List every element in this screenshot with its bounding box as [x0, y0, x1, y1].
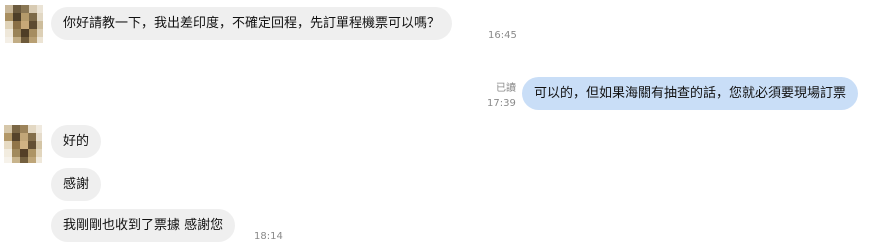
message-timestamp: 16:45 — [488, 30, 517, 41]
contact-avatar[interactable] — [5, 5, 43, 43]
message-timestamp: 18:14 — [254, 231, 283, 242]
message-timestamp: 17:39 — [487, 98, 516, 109]
message-text: 感謝 — [63, 177, 90, 192]
chat-conversation: 你好請教一下，我出差印度，不確定回程，先訂單程機票可以嗎？ 16:45 已讀 1… — [0, 0, 892, 245]
incoming-message[interactable]: 你好請教一下，我出差印度，不確定回程，先訂單程機票可以嗎？ — [51, 7, 453, 40]
contact-avatar[interactable] — [4, 125, 42, 163]
incoming-message[interactable]: 感謝 — [51, 168, 102, 201]
incoming-message[interactable]: 我剛剛也收到了票據 感謝您 — [51, 209, 236, 242]
read-status: 已讀 — [496, 83, 516, 94]
incoming-message[interactable]: 好的 — [51, 125, 102, 158]
message-text: 好的 — [63, 134, 90, 149]
outgoing-message[interactable]: 可以的，但如果海關有抽查的話，您就必須要現場訂票 — [522, 77, 859, 110]
message-text: 我剛剛也收到了票據 感謝您 — [63, 218, 224, 233]
message-text: 你好請教一下，我出差印度，不確定回程，先訂單程機票可以嗎？ — [63, 16, 441, 31]
message-text: 可以的，但如果海關有抽查的話，您就必須要現場訂票 — [534, 86, 847, 101]
